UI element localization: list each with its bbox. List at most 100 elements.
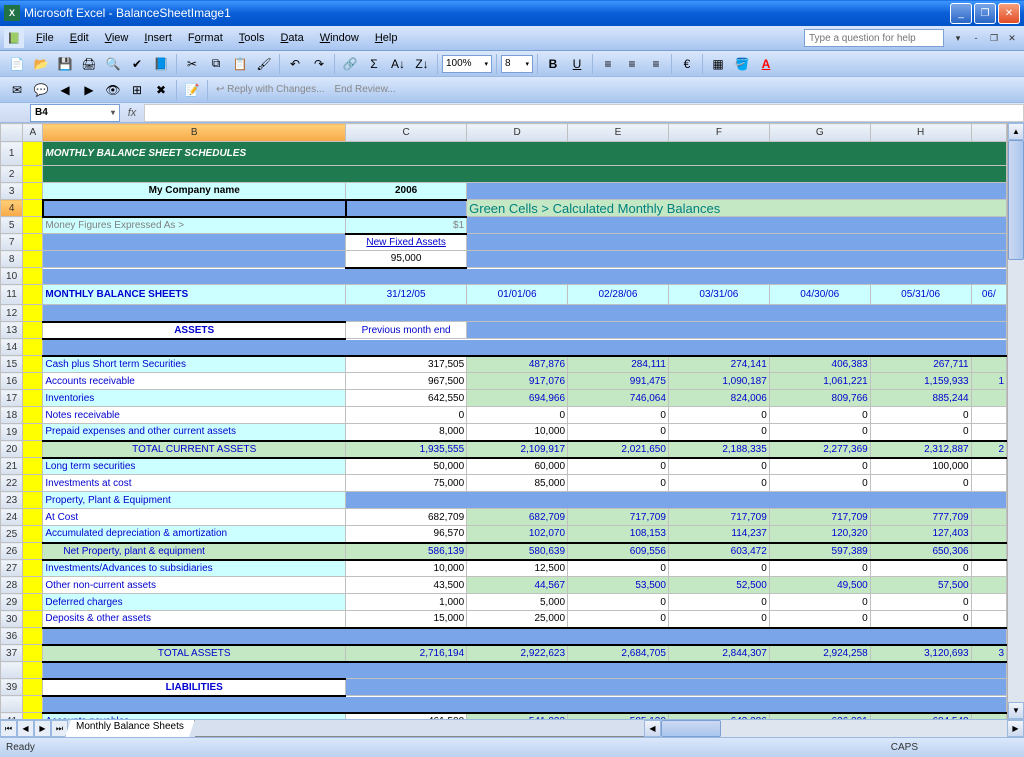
save-icon[interactable]: 💾 [54,53,76,75]
row-25[interactable]: 25 [1,526,23,543]
row-30[interactable]: 30 [1,611,23,628]
doc-close-button[interactable]: ✕ [1004,31,1020,45]
menu-view[interactable]: View [97,30,137,46]
col-i[interactable] [971,124,1006,142]
prev-comment-icon[interactable]: ◀ [54,79,76,101]
scroll-thumb[interactable] [1008,140,1024,260]
row-7[interactable]: 7 [1,234,23,251]
select-all-corner[interactable] [1,124,23,142]
row-20[interactable]: 20 [1,441,23,458]
scroll-left-icon[interactable]: ◀ [644,720,661,737]
tab-first-icon[interactable]: ⏮ [0,720,17,737]
row-22[interactable]: 22 [1,475,23,492]
fill-color-icon[interactable]: 🪣 [731,53,753,75]
new-comment-icon[interactable]: 💬 [30,79,52,101]
bold-icon[interactable]: B [542,53,564,75]
row-1[interactable]: 1 [1,142,23,166]
row-38[interactable] [1,662,23,679]
minimize-button[interactable]: _ [950,3,972,24]
row-2[interactable]: 2 [1,166,23,183]
borders-icon[interactable]: ▦ [707,53,729,75]
tab-last-icon[interactable]: ⏭ [51,720,68,737]
end-review-button[interactable]: End Review... [330,84,399,95]
hscroll-thumb[interactable] [661,720,721,737]
tab-next-icon[interactable]: ▶ [34,720,51,737]
workbook-icon[interactable]: 📗 [4,28,24,48]
scroll-down-icon[interactable]: ▼ [1008,702,1024,719]
print-preview-icon[interactable]: 🔍 [102,53,124,75]
menu-window[interactable]: Window [312,30,367,46]
row-18[interactable]: 18 [1,407,23,424]
row-8[interactable]: 8 [1,251,23,268]
menu-help[interactable]: Help [367,30,406,46]
zoom-selector[interactable]: 100%▾ [442,55,492,73]
scroll-up-icon[interactable]: ▲ [1008,123,1024,140]
font-color-icon[interactable]: A [755,53,777,75]
spelling-icon[interactable]: ✔ [126,53,148,75]
new-icon[interactable]: 📄 [6,53,28,75]
menu-format[interactable]: Format [180,30,231,46]
format-painter-icon[interactable]: 🖌 [253,53,275,75]
track-changes-icon[interactable]: 📝 [181,79,203,101]
row-13[interactable]: 13 [1,322,23,339]
doc-minimize-button[interactable]: - [968,31,984,45]
doc-restore-button[interactable]: ❐ [986,31,1002,45]
row-40[interactable] [1,696,23,713]
row-26[interactable]: 26 [1,543,23,560]
col-h[interactable]: H [870,124,971,142]
currency-icon[interactable]: € [676,53,698,75]
vertical-scrollbar[interactable]: ▲ ▼ [1007,123,1024,719]
align-right-icon[interactable]: ≡ [645,53,667,75]
align-left-icon[interactable]: ≡ [597,53,619,75]
align-center-icon[interactable]: ≡ [621,53,643,75]
row-5[interactable]: 5 [1,217,23,234]
col-e[interactable]: E [568,124,669,142]
row-21[interactable]: 21 [1,458,23,475]
scroll-right-icon[interactable]: ▶ [1007,720,1024,737]
row-36[interactable]: 36 [1,628,23,645]
row-19[interactable]: 19 [1,424,23,441]
active-cell-b4[interactable] [43,200,346,217]
sort-asc-icon[interactable]: A↓ [387,53,409,75]
sort-desc-icon[interactable]: Z↓ [411,53,433,75]
col-a[interactable]: A [23,124,43,142]
fx-icon[interactable]: fx [120,107,144,119]
tab-prev-icon[interactable]: ◀ [17,720,34,737]
cut-icon[interactable]: ✂ [181,53,203,75]
row-12[interactable]: 12 [1,305,23,322]
copy-icon[interactable]: ⧉ [205,53,227,75]
row-37[interactable]: 37 [1,645,23,662]
row-41[interactable]: 41 [1,713,23,720]
maximize-button[interactable]: ❐ [974,3,996,24]
menu-file[interactable]: File [28,30,62,46]
underline-icon[interactable]: U [566,53,588,75]
autosum-icon[interactable]: Σ [363,53,385,75]
row-39[interactable]: 39 [1,679,23,696]
row-15[interactable]: 15 [1,356,23,373]
next-comment-icon[interactable]: ▶ [78,79,100,101]
row-17[interactable]: 17 [1,390,23,407]
col-g[interactable]: G [769,124,870,142]
close-button[interactable]: ✕ [998,3,1020,24]
menu-data[interactable]: Data [272,30,311,46]
sheet-tab-active[interactable]: Monthly Balance Sheets [65,720,195,737]
col-b[interactable]: B [43,124,346,142]
row-29[interactable]: 29 [1,594,23,611]
show-comment-icon[interactable]: 👁 [102,79,124,101]
row-3[interactable]: 3 [1,183,23,200]
menu-tools[interactable]: Tools [231,30,273,46]
col-c[interactable]: C [346,124,467,142]
delete-comment-icon[interactable]: ✖ [150,79,172,101]
col-d[interactable]: D [467,124,568,142]
redo-icon[interactable]: ↷ [308,53,330,75]
undo-icon[interactable]: ↶ [284,53,306,75]
row-14[interactable]: 14 [1,339,23,356]
row-11[interactable]: 11 [1,285,23,305]
row-28[interactable]: 28 [1,577,23,594]
horizontal-scrollbar[interactable]: ◀ ▶ [644,720,1024,737]
row-4[interactable]: 4 [1,200,23,217]
col-f[interactable]: F [668,124,769,142]
send-mail-icon[interactable]: ✉ [6,79,28,101]
row-27[interactable]: 27 [1,560,23,577]
column-headers[interactable]: A B C D E F G H [1,124,1007,142]
